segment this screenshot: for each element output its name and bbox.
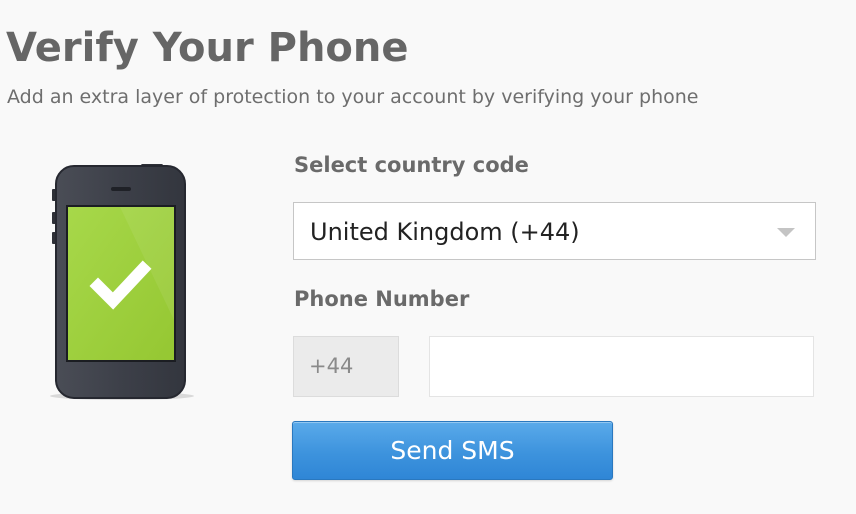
smartphone-checkmark-icon (50, 164, 194, 400)
country-code-label: Select country code (294, 153, 529, 177)
chevron-down-icon[interactable] (777, 228, 795, 237)
dial-code-prefix: +44 (293, 336, 399, 397)
phone-speaker (111, 187, 131, 191)
country-code-value: United Kingdom (+44) (310, 218, 580, 246)
phone-number-input[interactable] (429, 336, 814, 397)
country-code-select[interactable]: United Kingdom (+44) (293, 202, 816, 260)
page-title: Verify Your Phone (6, 25, 409, 71)
send-sms-button[interactable]: Send SMS (292, 421, 613, 480)
phone-number-label: Phone Number (294, 287, 470, 311)
page-subtitle: Add an extra layer of protection to your… (7, 86, 699, 108)
